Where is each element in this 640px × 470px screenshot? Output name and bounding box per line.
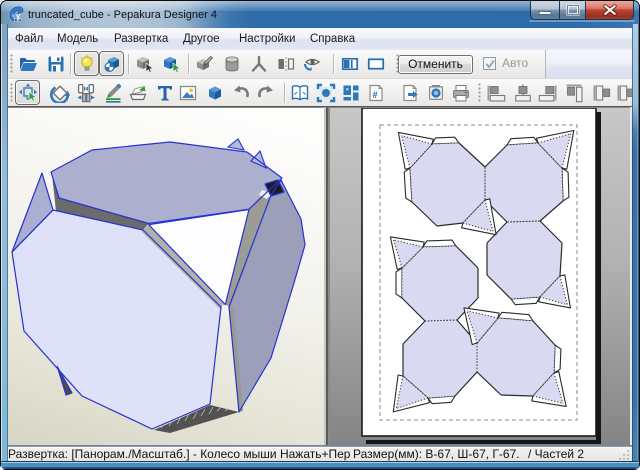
svg-text:#: # [373, 90, 378, 100]
